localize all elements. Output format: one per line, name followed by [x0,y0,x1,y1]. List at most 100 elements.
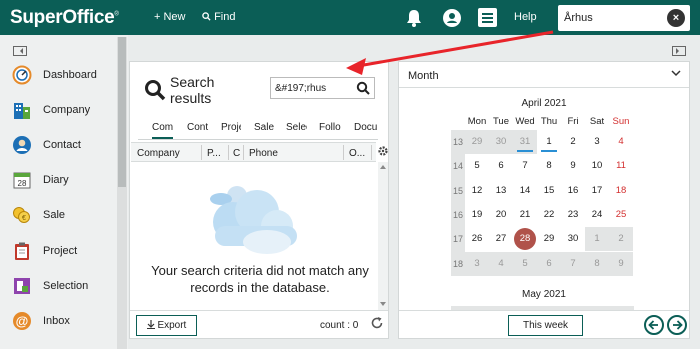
sidebar-scrollbar[interactable] [117,37,127,349]
help-link[interactable]: Help [514,11,537,23]
calendar-day[interactable]: 14 [513,179,537,203]
download-icon [146,320,155,329]
month-title-april: April 2021 [521,98,567,109]
column-phone[interactable]: Phone [249,148,278,159]
tab-company[interactable]: Comp [152,122,173,139]
calendar-day[interactable]: 29 [537,227,561,251]
calendar-day[interactable]: 24 [585,203,609,227]
calendar-day[interactable]: 17 [585,179,609,203]
week-number[interactable]: 16 [451,210,465,220]
calendar-day[interactable]: 31 [513,130,537,154]
sidebar-item-selection[interactable]: Selection [0,274,116,302]
sidebar-item-label: Selection [43,280,89,292]
column-company[interactable]: Company [137,148,180,159]
calendar-day[interactable]: 9 [609,251,633,276]
collapse-right-panel-icon[interactable] [672,46,686,56]
week-number[interactable]: 13 [451,137,465,147]
calendar-day[interactable]: 9 [561,154,585,178]
calendar-day[interactable]: 20 [489,203,513,227]
calendar-day[interactable]: 22 [537,203,561,227]
gear-icon[interactable] [377,142,389,162]
calendar-day[interactable]: 30 [561,227,585,251]
superoffice-logo[interactable]: SuperOffice® [10,7,119,29]
calendar-day[interactable]: 25 [609,203,633,227]
export-button[interactable]: Export [136,315,197,336]
bell-icon[interactable] [404,8,424,31]
tab-follow-up[interactable]: Follo [319,122,341,133]
calendar-day[interactable]: 10 [585,154,609,178]
calendar-day[interactable]: 5 [465,154,489,178]
calendar-day[interactable]: 7 [561,251,585,276]
calendar-day[interactable]: 1 [537,130,561,154]
find-button[interactable]: Find [202,11,235,23]
calendar-day[interactable]: 13 [489,179,513,203]
clear-search-icon[interactable]: × [667,9,685,27]
results-search-input[interactable]: &#197;rhus [270,77,375,99]
hamburger-icon[interactable] [478,8,497,30]
arrow-right-icon [673,320,683,330]
sidebar-item-dashboard[interactable]: Dashboard [0,63,116,91]
calendar-day[interactable]: 12 [465,179,489,203]
calendar-day[interactable]: 2 [609,227,633,252]
tab-sale[interactable]: Sale [254,122,274,133]
this-week-button[interactable]: This week [508,315,583,336]
calendar-day[interactable]: 19 [465,203,489,227]
column-other[interactable]: O... [349,148,367,159]
calendar-day[interactable]: 16 [561,179,585,203]
week-number[interactable]: 18 [451,259,465,269]
calendar-day[interactable]: 30 [489,130,513,154]
calendar-day[interactable]: 23 [561,203,585,227]
calendar-day[interactable]: 29 [465,130,489,154]
search-icon[interactable] [356,81,370,95]
new-button[interactable]: + New [154,11,186,23]
coins-icon: € [13,207,30,223]
previous-button[interactable] [644,315,664,335]
calendar-day[interactable]: 7 [513,154,537,178]
sidebar-item-diary[interactable]: 28 Diary [0,168,116,196]
sidebar-item-inbox[interactable]: @ Inbox [0,309,116,337]
arrow-left-icon [648,320,658,330]
calendar-day[interactable]: 8 [585,251,609,276]
column-city[interactable]: C [233,148,241,159]
calendar-day[interactable]: 5 [513,251,537,276]
calendar-day[interactable]: 8 [537,154,561,178]
sidebar-item-label: Diary [43,174,69,186]
calendar-day[interactable]: 28 [513,227,537,251]
calendar-day[interactable]: 4 [489,251,513,276]
week-number[interactable]: 17 [451,234,465,244]
next-button[interactable] [667,315,687,335]
calendar-day[interactable]: 3 [585,130,609,154]
week-number[interactable]: 14 [451,161,465,171]
today-marker [514,228,536,251]
calendar-day[interactable]: 11 [609,154,633,178]
calendar-day[interactable]: 1 [585,227,609,252]
sidebar-item-sale[interactable]: € Sale [0,203,116,231]
calendar-day[interactable]: 3 [465,251,489,276]
calendar-day[interactable]: 6 [537,251,561,276]
column-postcode[interactable]: P... [207,148,223,159]
tab-contact[interactable]: Cont [187,122,209,133]
result-tabs: Comp Cont Proje Sale Selec Follo Docu [138,120,378,140]
calendar-view-select[interactable]: Month [399,62,689,88]
collapse-sidebar-icon[interactable] [13,46,27,56]
calendar-day[interactable]: 6 [489,154,513,178]
sidebar-item-company[interactable]: Company [0,98,116,126]
calendar-day[interactable]: 21 [513,203,537,227]
sidebar-item-contact[interactable]: Contact [0,133,116,161]
calendar-day[interactable]: 2 [561,130,585,154]
tab-project[interactable]: Proje [221,122,241,133]
global-search-input[interactable]: Århus × [558,5,690,31]
calendar-day[interactable]: 4 [609,130,633,154]
week-number[interactable]: 15 [451,186,465,196]
refresh-icon[interactable] [370,316,384,330]
calendar-day[interactable]: 18 [609,179,633,203]
user-icon[interactable] [442,8,462,31]
sidebar-item-project[interactable]: Project [0,239,116,267]
calendar-day[interactable]: 15 [537,179,561,203]
tab-document[interactable]: Docu [354,122,378,133]
calendar-day[interactable]: 26 [465,227,489,251]
scrollbar-thumb[interactable] [118,37,126,187]
tab-selection[interactable]: Selec [286,122,307,133]
calendar-day[interactable]: 27 [489,227,513,251]
search-icon [145,80,166,101]
